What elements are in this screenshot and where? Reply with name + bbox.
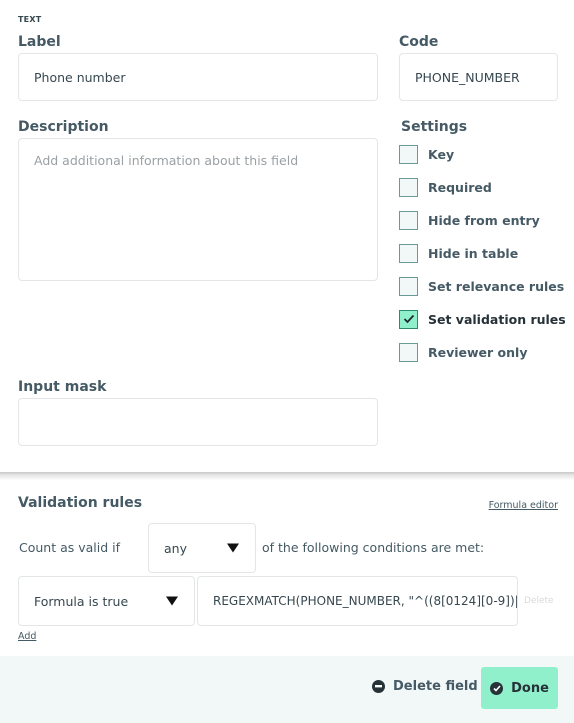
delete-condition-link[interactable]: Delete [524,596,554,606]
match-mode-select[interactable]: any [148,523,256,573]
caret-down-icon [166,596,178,606]
setting-hide-from-entry[interactable]: Hide from entry [399,210,540,230]
caret-down-icon [227,543,239,553]
checkbox[interactable] [399,342,418,362]
done-label: Done [511,680,549,696]
input-mask-label: Input mask [18,379,107,395]
delete-field-label: Delete field [393,679,478,694]
setting-label: Set validation rules [428,311,566,327]
setting-set-validation-rules[interactable]: Set validation rules [399,309,566,329]
condition-type-select[interactable]: Formula is true [18,576,195,626]
code-input[interactable]: PHONE_NUMBER [399,53,558,101]
code-field-label: Code [399,34,439,50]
label-field-label: Label [18,34,61,50]
setting-reviewer-only[interactable]: Reviewer only [399,342,527,362]
input-mask-input[interactable] [18,398,378,446]
done-button[interactable]: Done [481,667,558,709]
delete-field-button[interactable]: Delete field [372,679,478,694]
setting-key[interactable]: Key [399,144,454,164]
formula-editor-link[interactable]: Formula editor [489,500,558,511]
validation-rules-title: Validation rules [18,495,143,511]
add-condition-link[interactable]: Add [18,631,36,642]
checkbox[interactable] [399,210,418,230]
check-icon [403,314,414,324]
setting-label: Key [428,146,455,162]
checkbox[interactable] [399,177,418,197]
match-mode-value: any [164,540,187,556]
setting-label: Set relevance rules [428,278,565,294]
setting-label: Reviewer only [428,344,528,360]
setting-required[interactable]: Required [399,177,492,197]
setting-set-relevance-rules[interactable]: Set relevance rules [399,276,564,296]
section-divider [0,472,574,480]
checkbox[interactable] [399,243,418,263]
count-valid-suffix: of the following conditions are met: [262,540,485,555]
count-valid-prefix: Count as valid if [19,540,121,555]
minus-circle-icon [372,680,385,693]
setting-label: Hide in table [428,245,519,261]
checkbox[interactable] [399,276,418,296]
checkbox-checked[interactable] [399,309,418,329]
description-textarea[interactable]: Add additional information about this fi… [18,138,378,281]
checkbox[interactable] [399,144,418,164]
label-input[interactable]: Phone number [18,53,378,101]
settings-title: Settings [401,119,468,135]
check-circle-icon [490,681,504,695]
setting-label: Hide from entry [428,212,540,228]
field-editor-panel: TEXT Label Phone number Code PHONE_NUMBE… [0,0,574,473]
condition-formula-input[interactable]: REGEXMATCH(PHONE_NUMBER, "^((8[0124][0-9… [197,576,518,626]
setting-hide-in-table[interactable]: Hide in table [399,243,518,263]
description-label: Description [18,119,109,135]
condition-type-value: Formula is true [34,593,129,609]
field-type-tag: TEXT [18,15,42,24]
setting-label: Required [428,179,492,195]
